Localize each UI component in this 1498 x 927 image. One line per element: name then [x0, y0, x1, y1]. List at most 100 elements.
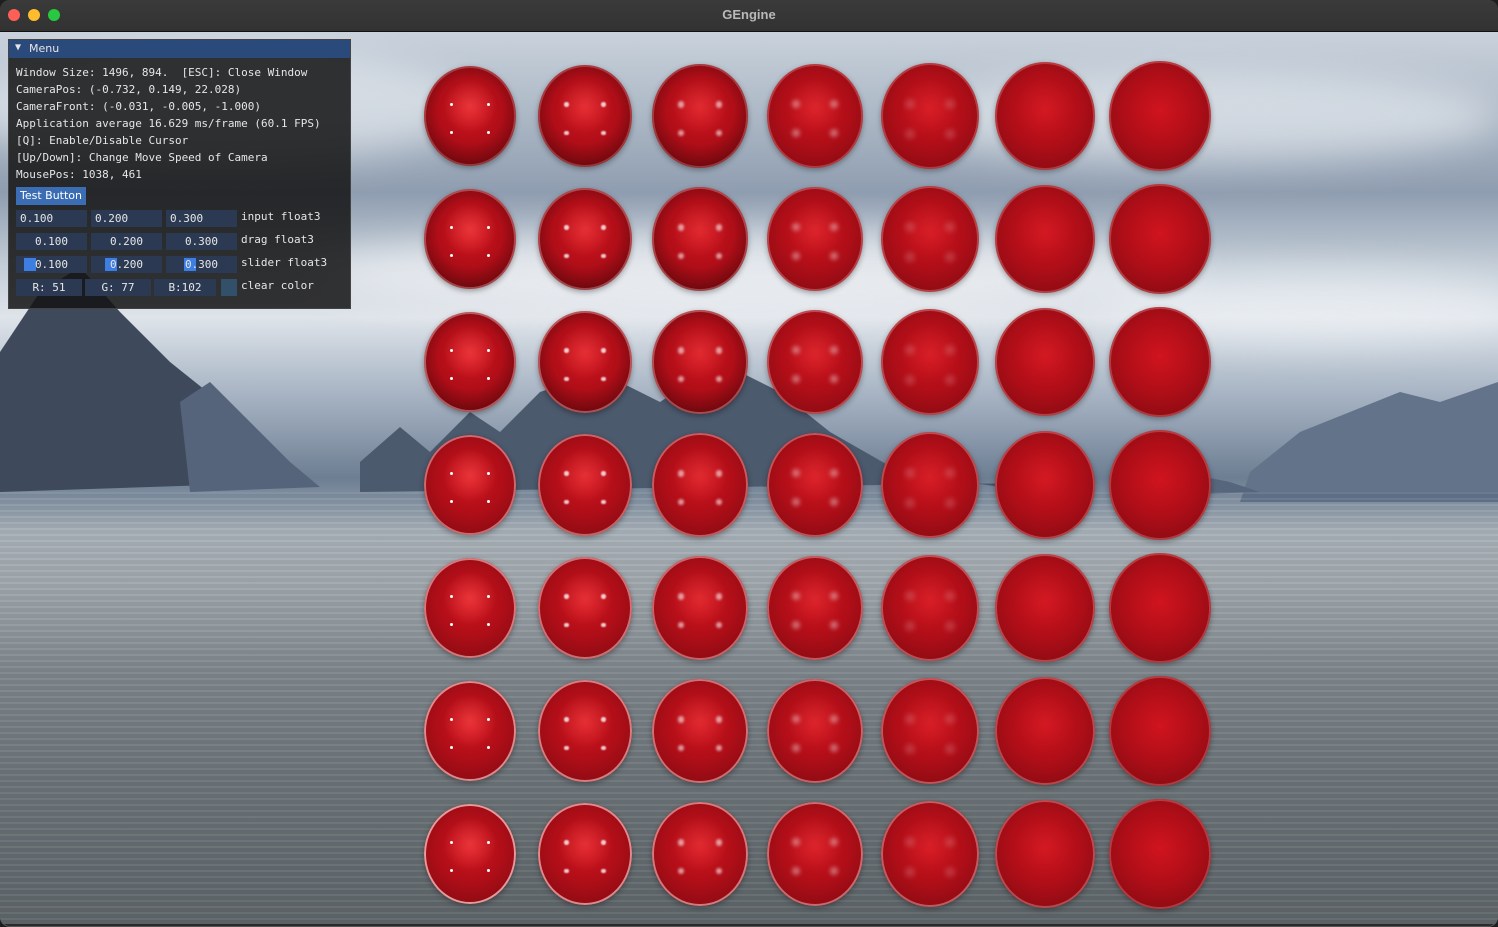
pbr-sphere [766, 555, 864, 661]
clear-color-b[interactable]: B:102 [154, 279, 216, 296]
specular-highlight [563, 745, 569, 751]
drag-float3-x[interactable]: 0.100 [16, 233, 87, 250]
pbr-sphere [538, 188, 632, 290]
pbr-sphere [1109, 799, 1211, 909]
pbr-sphere [995, 62, 1095, 170]
specular-highlight [944, 620, 955, 631]
specular-highlight [905, 251, 916, 262]
clear-color-swatch[interactable] [221, 279, 237, 296]
drag-float3-y[interactable]: 0.200 [91, 233, 162, 250]
specular-highlight [791, 469, 800, 478]
specular-highlight [486, 623, 490, 627]
pbr-sphere [652, 64, 748, 168]
specular-highlight [944, 345, 955, 355]
pbr-sphere [995, 185, 1095, 293]
specular-highlight [601, 376, 607, 382]
window-size-line: Window Size: 1496, 894. [ESC]: Close Win… [16, 66, 308, 79]
pbr-sphere [1109, 676, 1211, 786]
mouse-pos-line: MousePos: 1038, 461 [16, 168, 142, 181]
specular-highlight [601, 499, 607, 505]
specular-highlight [601, 253, 607, 259]
slider-float3-label: slider float3 [241, 256, 328, 269]
pbr-sphere [880, 800, 980, 908]
specular-highlight [677, 224, 685, 231]
specular-highlight [486, 377, 490, 381]
menu-header[interactable]: ▼ Menu [9, 40, 350, 58]
pbr-sphere [880, 185, 980, 293]
specular-highlight [715, 839, 723, 846]
pbr-sphere [652, 556, 748, 660]
pbr-sphere [1109, 553, 1211, 663]
pbr-sphere [766, 678, 864, 784]
pbr-sphere [652, 310, 748, 414]
input-float3-z[interactable]: 0.300 [166, 210, 237, 227]
specular-highlight [563, 717, 569, 723]
pbr-sphere [424, 435, 516, 535]
specular-highlight [563, 376, 569, 382]
specular-highlight [944, 374, 955, 385]
clear-color-r[interactable]: R: 51 [16, 279, 82, 296]
pbr-sphere [995, 677, 1095, 785]
slider-float3-y[interactable]: 0.200 [91, 256, 162, 273]
cursor-toggle-line: [Q]: Enable/Disable Cursor [16, 134, 189, 147]
specular-highlight [601, 868, 607, 874]
fps-line: Application average 16.629 ms/frame (60.… [16, 117, 321, 130]
specular-highlight [601, 130, 607, 136]
specular-highlight [563, 499, 569, 505]
pbr-sphere [880, 431, 980, 539]
specular-highlight [715, 470, 723, 477]
specular-highlight [677, 839, 685, 846]
slider-float3-x-value: 0.100 [34, 258, 69, 271]
pbr-sphere [1109, 307, 1211, 417]
pbr-sphere [880, 308, 980, 416]
specular-highlight [486, 254, 490, 258]
pbr-sphere [1109, 61, 1211, 171]
specular-highlight [944, 714, 955, 724]
pbr-sphere [880, 677, 980, 785]
specular-highlight [944, 251, 955, 262]
specular-highlight [563, 471, 569, 477]
pbr-sphere [652, 802, 748, 906]
camera-pos-line: CameraPos: (-0.732, 0.149, 22.028) [16, 83, 242, 96]
specular-highlight [486, 869, 490, 873]
slider-float3-z[interactable]: 0.300 [166, 256, 237, 273]
app-window: GEngine ▼ Menu Window Size: 1496, 894. [… [0, 0, 1498, 927]
specular-highlight [677, 716, 685, 723]
pbr-sphere [1109, 430, 1211, 540]
debug-menu-panel[interactable]: ▼ Menu Window Size: 1496, 894. [ESC]: Cl… [8, 39, 351, 309]
pbr-sphere [995, 308, 1095, 416]
pbr-sphere [880, 62, 980, 170]
specular-highlight [601, 622, 607, 628]
pbr-sphere [880, 554, 980, 662]
specular-highlight [791, 223, 800, 232]
specular-highlight [791, 838, 800, 847]
test-button[interactable]: Test Button [16, 187, 87, 205]
slider-float3-x[interactable]: 0.100 [16, 256, 87, 273]
input-float3-x[interactable]: 0.100 [16, 210, 87, 227]
pbr-sphere [538, 434, 632, 536]
pbr-sphere [424, 558, 516, 658]
specular-highlight [905, 866, 916, 877]
specular-highlight [905, 743, 916, 754]
pbr-sphere [538, 311, 632, 413]
specular-highlight [677, 347, 685, 354]
specular-highlight [486, 131, 490, 135]
specular-highlight [563, 102, 569, 108]
title-bar: GEngine [0, 0, 1498, 32]
pbr-sphere [995, 554, 1095, 662]
specular-highlight [715, 716, 723, 723]
specular-highlight [791, 715, 800, 724]
clear-color-g[interactable]: G: 77 [85, 279, 151, 296]
drag-float3-z[interactable]: 0.300 [166, 233, 237, 250]
specular-highlight [486, 500, 490, 504]
pbr-sphere [652, 679, 748, 783]
specular-highlight [905, 128, 916, 139]
pbr-sphere [766, 63, 864, 169]
input-float3-y[interactable]: 0.200 [91, 210, 162, 227]
specular-highlight [677, 470, 685, 477]
pbr-sphere [538, 680, 632, 782]
drag-float3-label: drag float3 [241, 233, 314, 246]
specular-highlight [791, 346, 800, 355]
collapse-arrow-icon[interactable]: ▼ [15, 42, 21, 53]
specular-highlight [905, 497, 916, 508]
